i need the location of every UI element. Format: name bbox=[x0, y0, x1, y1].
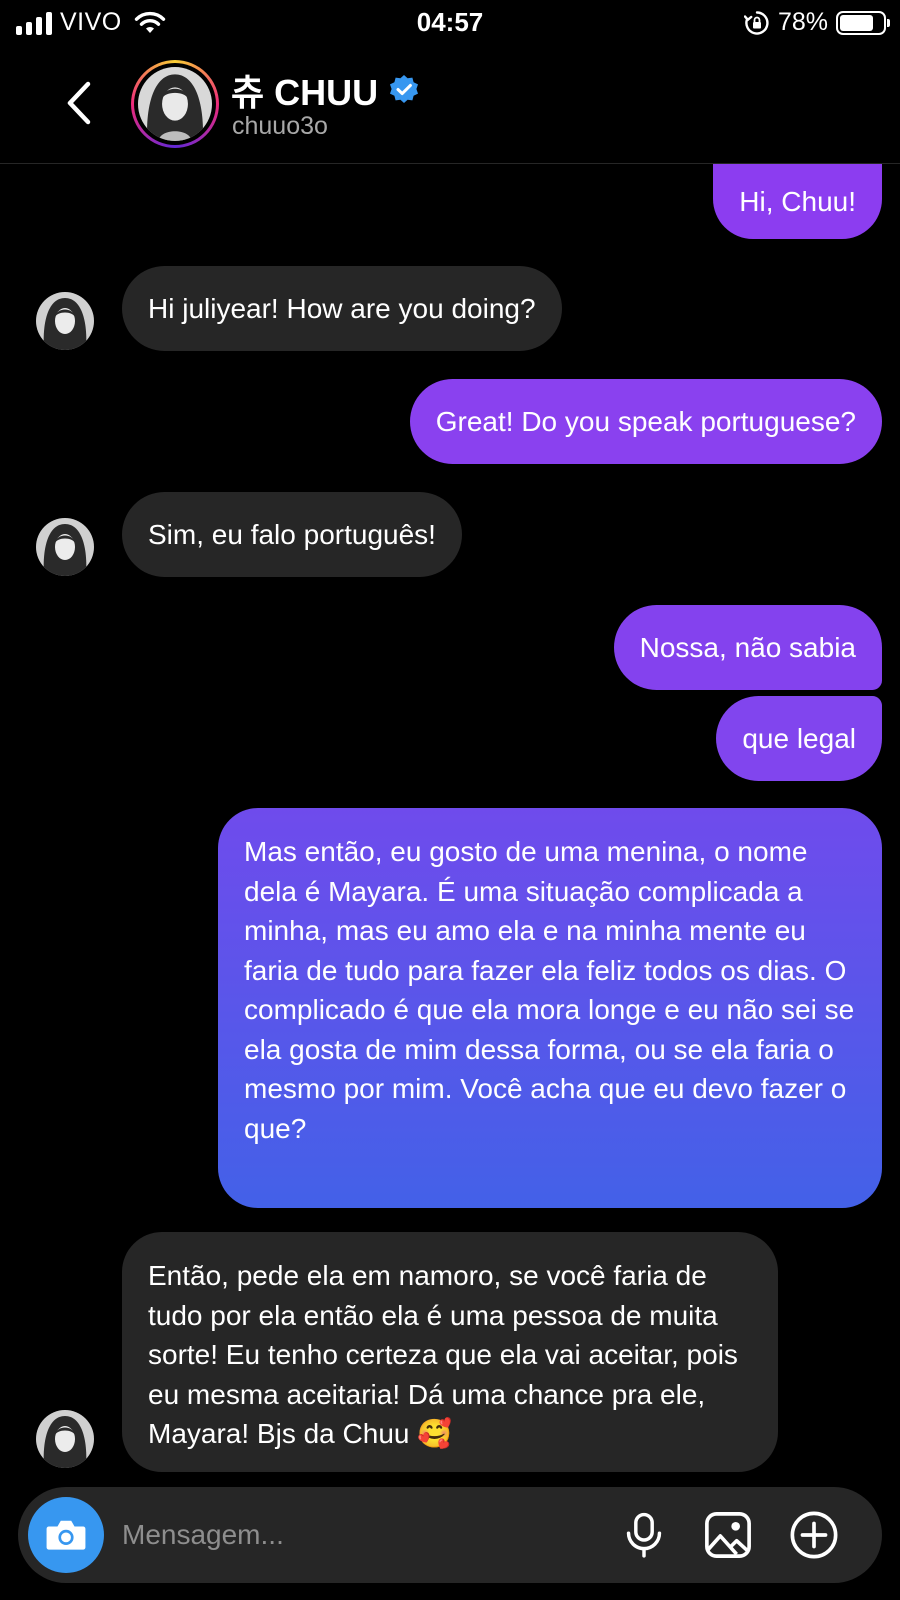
incoming-message[interactable]: Hi juliyear! How are you doing? bbox=[122, 266, 562, 351]
outgoing-message[interactable]: Hi, Chuu! bbox=[713, 164, 882, 239]
message-thread[interactable]: Hi, Chuu! Hi juliyear! How are you doing… bbox=[0, 164, 900, 1484]
sender-avatar[interactable] bbox=[36, 518, 94, 576]
message-text: Great! Do you speak portuguese? bbox=[435, 405, 856, 437]
message-input[interactable] bbox=[122, 1509, 592, 1561]
gallery-button[interactable] bbox=[702, 1509, 754, 1561]
outgoing-message[interactable]: Mas então, eu gosto de uma menina, o nom… bbox=[218, 808, 882, 1208]
outgoing-message[interactable]: Nossa, não sabia bbox=[613, 605, 882, 690]
message-text: Nossa, não sabia bbox=[639, 631, 856, 663]
plus-circle-icon bbox=[790, 1511, 838, 1559]
microphone-icon bbox=[626, 1512, 662, 1558]
sender-photo bbox=[36, 518, 94, 576]
profile-avatar[interactable] bbox=[131, 60, 219, 148]
incoming-message[interactable]: Então, pede ela em namoro, se você faria… bbox=[122, 1232, 778, 1472]
sender-avatar[interactable] bbox=[36, 292, 94, 350]
message-text: que legal bbox=[742, 722, 856, 754]
message-text: Então, pede ela em namoro, se você faria… bbox=[148, 1260, 738, 1449]
contact-name[interactable]: 츄 CHUU bbox=[231, 64, 420, 116]
message-composer bbox=[18, 1487, 882, 1583]
sender-avatar[interactable] bbox=[36, 1410, 94, 1468]
camera-icon bbox=[46, 1520, 86, 1550]
message-text: Sim, eu falo português! bbox=[148, 518, 436, 550]
conversation-header: 츄 CHUU chuuo3o bbox=[0, 44, 900, 164]
orientation-lock-icon bbox=[743, 10, 769, 35]
contact-name-text: 츄 CHUU bbox=[231, 72, 379, 113]
voice-message-button[interactable] bbox=[618, 1509, 670, 1561]
contact-username: chuuo3o bbox=[232, 112, 328, 140]
battery-icon bbox=[836, 10, 890, 35]
sender-photo bbox=[36, 292, 94, 350]
profile-photo bbox=[138, 67, 212, 141]
outgoing-message[interactable]: que legal bbox=[716, 696, 882, 781]
image-icon bbox=[705, 1512, 751, 1558]
message-text: Hi juliyear! How are you doing? bbox=[148, 292, 536, 324]
status-bar: VIVO 04:57 78% bbox=[0, 0, 900, 44]
verified-badge-icon bbox=[390, 75, 419, 103]
incoming-message[interactable]: Sim, eu falo português! bbox=[122, 492, 462, 577]
message-text: Hi, Chuu! bbox=[739, 185, 856, 217]
more-options-button[interactable] bbox=[788, 1509, 840, 1561]
outgoing-message[interactable]: Great! Do you speak portuguese? bbox=[409, 379, 882, 464]
sender-photo bbox=[36, 1410, 94, 1468]
message-text: Mas então, eu gosto de uma menina, o nom… bbox=[244, 836, 855, 1144]
camera-button[interactable] bbox=[28, 1497, 104, 1573]
battery-percentage: 78% bbox=[777, 8, 828, 36]
battery-level bbox=[840, 14, 873, 31]
back-button[interactable] bbox=[60, 78, 100, 128]
